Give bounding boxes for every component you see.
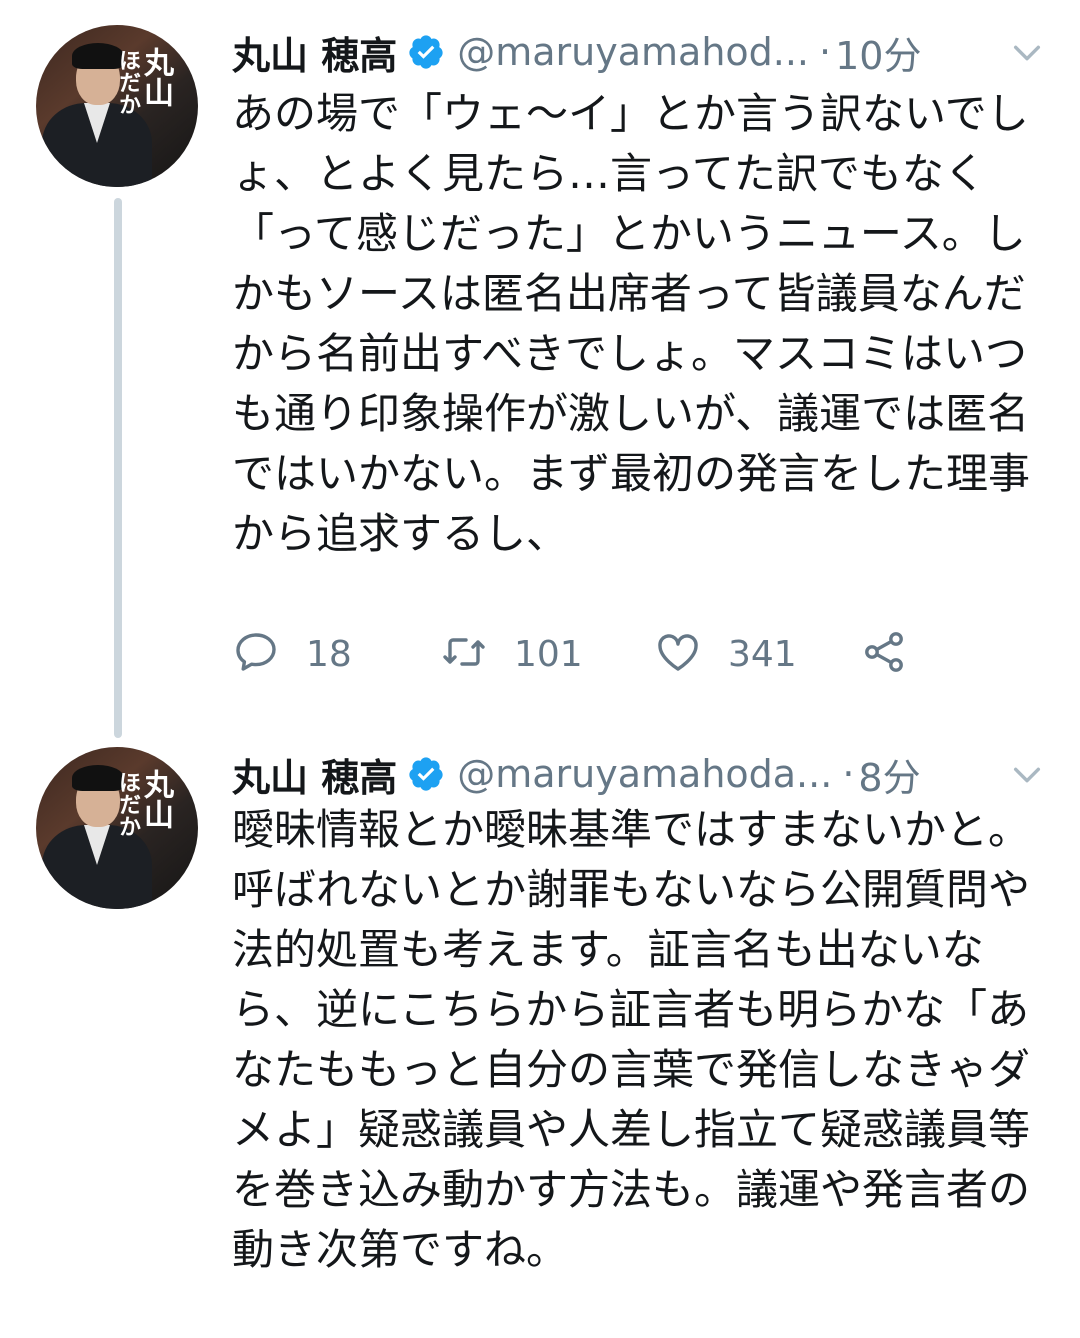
like-button[interactable]: 341 <box>654 622 797 686</box>
avatar[interactable]: ほだか 丸山 <box>36 25 198 187</box>
tweet-timestamp[interactable]: 8分 <box>858 747 920 802</box>
author-handle[interactable]: @maruyamahoda... <box>457 752 832 796</box>
avatar-logo-text-small: ほだか <box>115 49 140 115</box>
reply-icon <box>232 628 280 680</box>
heart-icon <box>654 628 702 680</box>
header-separator: · <box>842 752 855 796</box>
avatar-logo-text-small: ほだか <box>115 771 140 837</box>
author-name[interactable]: 丸山 穂高 <box>232 25 397 80</box>
verified-icon <box>407 755 445 793</box>
verified-icon <box>407 33 445 71</box>
thread-connector-line <box>114 198 122 738</box>
reply-count: 18 <box>306 633 352 675</box>
tweet-text: 曖昧情報とか曖昧基準ではすまないかと。呼ばれないとか謝罪もないなら公開質問や法的… <box>232 805 1031 1274</box>
chevron-down-icon[interactable] <box>1010 758 1044 792</box>
author-name[interactable]: 丸山 穂高 <box>232 747 397 802</box>
header-separator: · <box>819 30 832 74</box>
share-button[interactable] <box>860 622 908 686</box>
tweet-header: 丸山 穂高 @maruyamahod... · 10分 <box>232 26 921 78</box>
avatar-logo-text: 丸山 <box>138 47 173 107</box>
like-count: 341 <box>728 633 797 675</box>
avatar-logo-text: 丸山 <box>138 769 173 829</box>
tweet-actions: 18 101 341 <box>232 622 952 686</box>
reply-button[interactable]: 18 <box>232 622 352 686</box>
retweet-button[interactable]: 101 <box>440 622 583 686</box>
share-icon <box>860 628 908 680</box>
tweet-text: あの場で「ウェ〜イ」とか言う訳ないでしょ、とよく見たら…言ってた訳でもなく「って… <box>232 89 1031 558</box>
author-handle[interactable]: @maruyamahod... <box>457 30 809 74</box>
tweet-header: 丸山 穂高 @maruyamahoda... · 8分 <box>232 748 921 800</box>
retweet-icon <box>440 628 488 680</box>
chevron-down-icon[interactable] <box>1010 36 1044 70</box>
tweet-timestamp[interactable]: 10分 <box>835 25 921 80</box>
avatar[interactable]: ほだか 丸山 <box>36 747 198 909</box>
retweet-count: 101 <box>514 633 583 675</box>
